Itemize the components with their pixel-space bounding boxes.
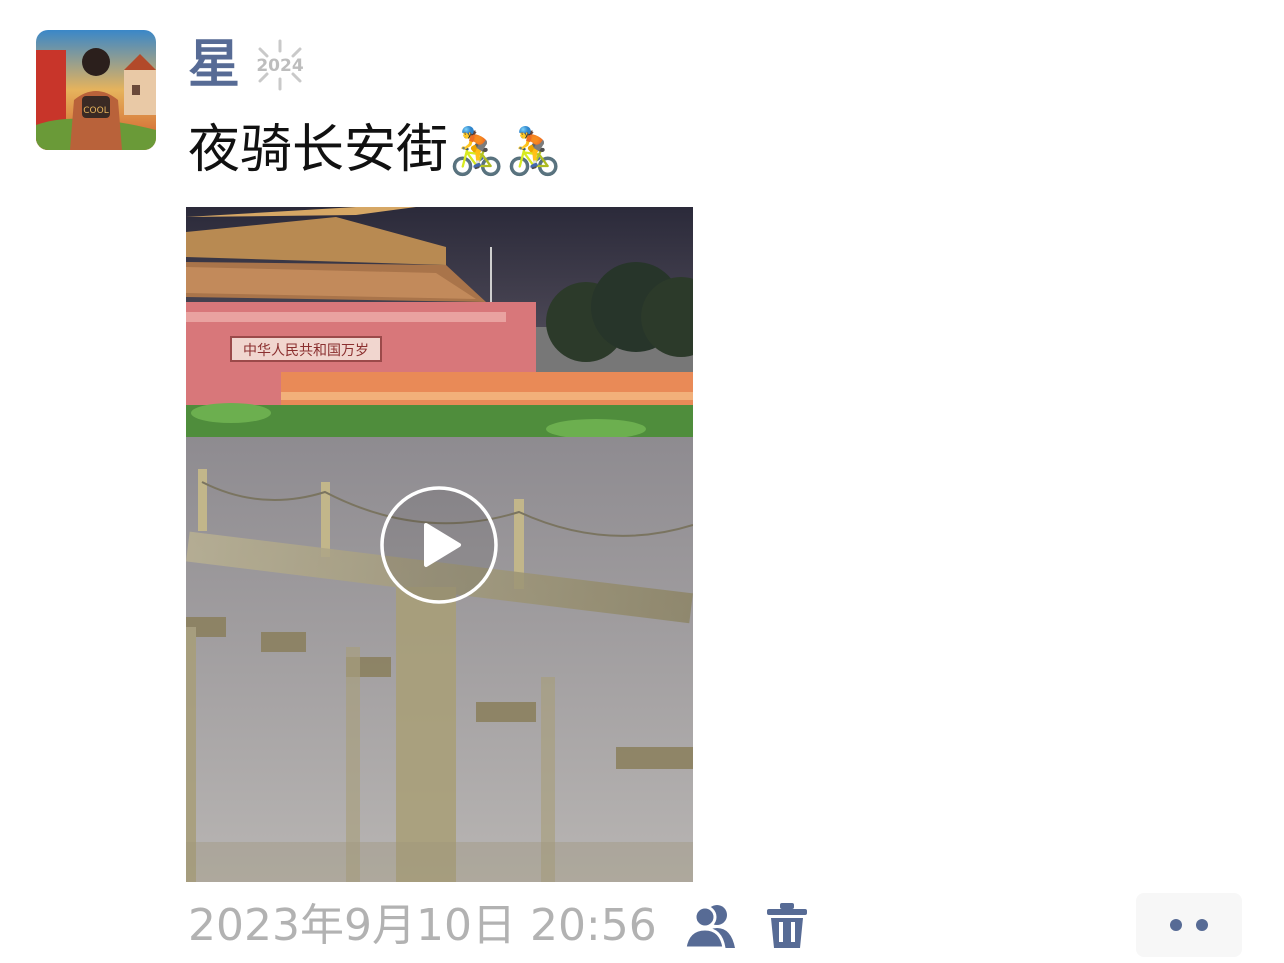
post-text-content: 夜骑长安街: [188, 120, 449, 180]
cyclist-icon: 🚴: [505, 124, 563, 178]
more-dots-icon: [1170, 919, 1182, 931]
svg-text:COOL: COOL: [83, 106, 108, 116]
more-options-button[interactable]: [1136, 893, 1242, 957]
trash-icon[interactable]: [765, 902, 809, 950]
avatar[interactable]: COOL: [36, 30, 156, 150]
post-meta-row: 2023年9月10日 20:56: [188, 898, 809, 954]
cyclist-icon: 🚴: [448, 124, 506, 178]
gate-sign: 中华人民共和国万岁: [243, 343, 369, 359]
visibility-friends-icon[interactable]: [682, 902, 737, 950]
badge-label: 2024: [256, 56, 303, 76]
author-name[interactable]: 星: [188, 39, 240, 91]
more-dots-icon: [1196, 919, 1208, 931]
author-row: 星 2024: [188, 30, 308, 100]
video-thumbnail[interactable]: 中华人民共和国万岁: [186, 207, 693, 882]
post-timestamp: 2023年9月10日 20:56: [188, 900, 657, 951]
post-text: 夜骑长安街🚴🚴: [188, 115, 563, 185]
play-icon[interactable]: [379, 485, 499, 605]
year-2024-badge-icon: 2024: [256, 39, 304, 91]
